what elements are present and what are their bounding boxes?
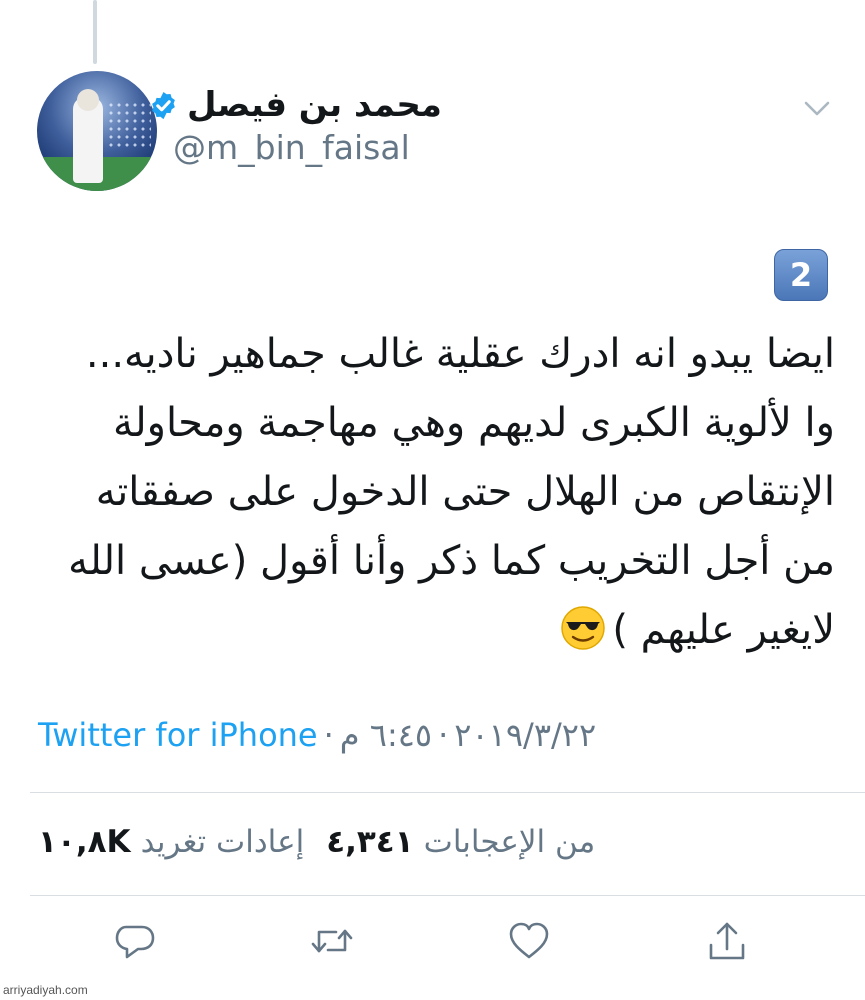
- keycap-number-badge: 2: [774, 249, 828, 301]
- reply-button[interactable]: [112, 918, 158, 964]
- reply-icon: [115, 925, 155, 959]
- likes-stat[interactable]: ٤,٣٤١ من الإعجابات: [326, 824, 595, 860]
- tweet-text-line-last: لايغير عليهم ): [30, 596, 835, 665]
- source-link[interactable]: Twitter for iPhone: [38, 716, 318, 754]
- tweet-text-line: من أجل التخريب كما ذكر وأنا أقول (عسى ال…: [68, 538, 835, 584]
- action-bar: [0, 918, 865, 968]
- retweet-icon: [311, 929, 353, 953]
- meta-separator: ·: [323, 716, 334, 754]
- tweet-text-line: وا لألوية الكبرى لديهم وهي مهاجمة ومحاول…: [113, 400, 835, 446]
- author-name-row: محمد بن فيصل: [148, 85, 442, 125]
- tweet-date: ٢٠١٩/٣/٢٢: [454, 716, 597, 754]
- retweet-button[interactable]: [309, 918, 355, 964]
- thread-connector-line: [93, 0, 97, 64]
- sunglasses-emoji-icon: [561, 606, 606, 650]
- engagement-stats: ١٠,٨K إعادات تغريد ٤,٣٤١ من الإعجابات: [38, 824, 595, 860]
- share-icon: [709, 922, 745, 960]
- share-button[interactable]: [704, 918, 750, 964]
- chevron-down-icon[interactable]: [804, 100, 830, 118]
- divider: [30, 792, 865, 793]
- watermark-text: arriyadiyah.com: [3, 983, 88, 997]
- retweets-stat[interactable]: ١٠,٨K إعادات تغريد: [38, 824, 304, 860]
- likes-label: من الإعجابات: [423, 824, 596, 860]
- likes-count: ٤,٣٤١: [326, 824, 414, 860]
- meta-separator: ·: [438, 716, 449, 754]
- avatar[interactable]: [37, 71, 157, 191]
- like-button[interactable]: [506, 918, 552, 964]
- retweets-count: ١٠,٨K: [38, 824, 131, 860]
- tweet-text-line: لايغير عليهم ): [612, 607, 835, 653]
- username-handle[interactable]: @m_bin_faisal: [173, 128, 410, 167]
- display-name[interactable]: محمد بن فيصل: [187, 85, 442, 125]
- divider: [30, 895, 865, 896]
- verified-badge-icon: [152, 91, 175, 119]
- tweet-text-line: ايضا يبدو انه ادرك عقلية غالب جماهير ناد…: [85, 331, 835, 377]
- tweet-meta: Twitter for iPhone · ٢٠١٩/٣/٢٢·٦:٤٥ م: [38, 716, 596, 754]
- tweet-text-line: الإنتقاص من الهلال حتى الدخول على صفقاته: [95, 469, 835, 515]
- retweets-label: إعادات تغريد: [140, 824, 305, 860]
- tweet-text: ايضا يبدو انه ادرك عقلية غالب جماهير ناد…: [30, 320, 835, 665]
- tweet-time: ٦:٤٥ م: [339, 716, 433, 754]
- heart-icon: [509, 922, 549, 959]
